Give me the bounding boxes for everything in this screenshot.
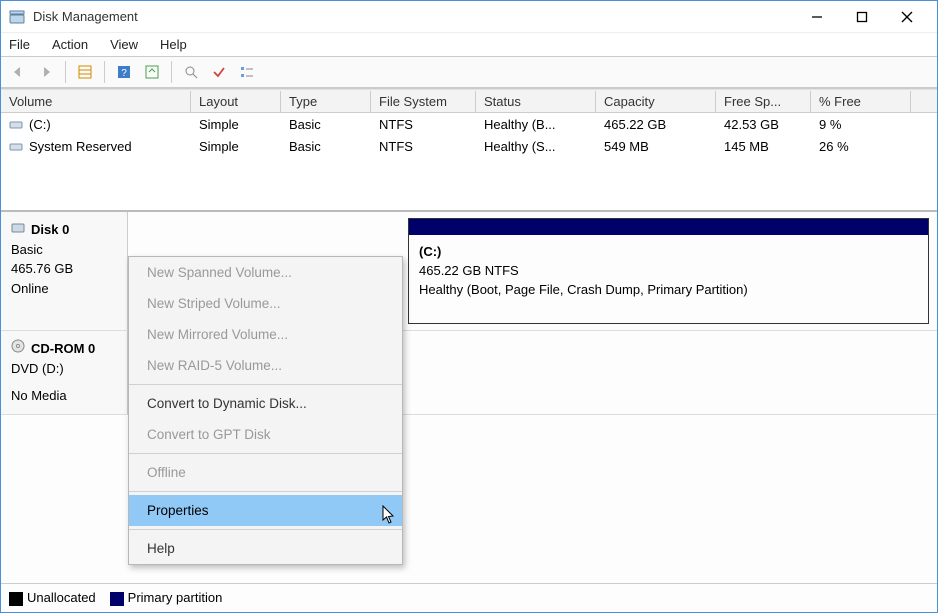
disk-info: Disk 0 Basic 465.76 GB Online (1, 212, 128, 330)
context-menu: New Spanned Volume... New Striped Volume… (128, 256, 403, 565)
table-view-icon[interactable] (74, 61, 96, 83)
col-freespace[interactable]: Free Sp... (716, 91, 811, 112)
ctx-separator (129, 384, 402, 385)
col-volume[interactable]: Volume (1, 91, 191, 112)
minimize-button[interactable] (794, 2, 839, 32)
ctx-help[interactable]: Help (129, 533, 402, 564)
menubar: File Action View Help (1, 33, 937, 56)
col-filesystem[interactable]: File System (371, 91, 476, 112)
menu-view[interactable]: View (110, 37, 138, 52)
ctx-properties[interactable]: Properties (129, 495, 402, 526)
ctx-convert-gpt[interactable]: Convert to GPT Disk (129, 419, 402, 450)
forward-icon[interactable] (35, 61, 57, 83)
col-layout[interactable]: Layout (191, 91, 281, 112)
disk-icon (11, 220, 25, 240)
menu-action[interactable]: Action (52, 37, 88, 52)
menu-file[interactable]: File (9, 37, 30, 52)
col-pctfree[interactable]: % Free (811, 91, 911, 112)
ctx-new-raid5-volume[interactable]: New RAID-5 Volume... (129, 350, 402, 381)
table-row[interactable]: (C:) Simple Basic NTFS Healthy (B... 465… (1, 113, 937, 135)
ctx-separator (129, 491, 402, 492)
cd-icon (11, 339, 25, 359)
back-icon[interactable] (7, 61, 29, 83)
maximize-button[interactable] (839, 2, 884, 32)
list-icon[interactable] (236, 61, 258, 83)
search-icon[interactable] (180, 61, 202, 83)
legend-unallocated: Unallocated (9, 590, 96, 606)
drive-icon (9, 118, 23, 130)
toolbar: ? (1, 56, 937, 88)
ctx-separator (129, 529, 402, 530)
volume-table: Volume Layout Type File System Status Ca… (1, 88, 937, 210)
ctx-new-striped-volume[interactable]: New Striped Volume... (129, 288, 402, 319)
app-icon (9, 9, 25, 25)
disk-info: CD-ROM 0 DVD (D:) No Media (1, 331, 128, 414)
checkmark-icon[interactable] (208, 61, 230, 83)
close-button[interactable] (884, 2, 929, 32)
drive-icon (9, 140, 23, 152)
partition-c[interactable]: (C:) 465.22 GB NTFS Healthy (Boot, Page … (408, 218, 929, 324)
ctx-new-spanned-volume[interactable]: New Spanned Volume... (129, 257, 402, 288)
svg-text:?: ? (121, 68, 127, 79)
ctx-convert-dynamic[interactable]: Convert to Dynamic Disk... (129, 388, 402, 419)
menu-help[interactable]: Help (160, 37, 187, 52)
ctx-new-mirrored-volume[interactable]: New Mirrored Volume... (129, 319, 402, 350)
legend: Unallocated Primary partition (1, 583, 937, 612)
help-icon[interactable]: ? (113, 61, 135, 83)
ctx-offline[interactable]: Offline (129, 457, 402, 488)
partition-header (409, 219, 928, 235)
table-row[interactable]: System Reserved Simple Basic NTFS Health… (1, 135, 937, 157)
legend-primary-partition: Primary partition (110, 590, 223, 606)
ctx-separator (129, 453, 402, 454)
table-header-row: Volume Layout Type File System Status Ca… (1, 89, 937, 113)
window-title: Disk Management (33, 9, 794, 24)
col-type[interactable]: Type (281, 91, 371, 112)
col-capacity[interactable]: Capacity (596, 91, 716, 112)
titlebar: Disk Management (1, 1, 937, 33)
col-status[interactable]: Status (476, 91, 596, 112)
refresh-icon[interactable] (141, 61, 163, 83)
